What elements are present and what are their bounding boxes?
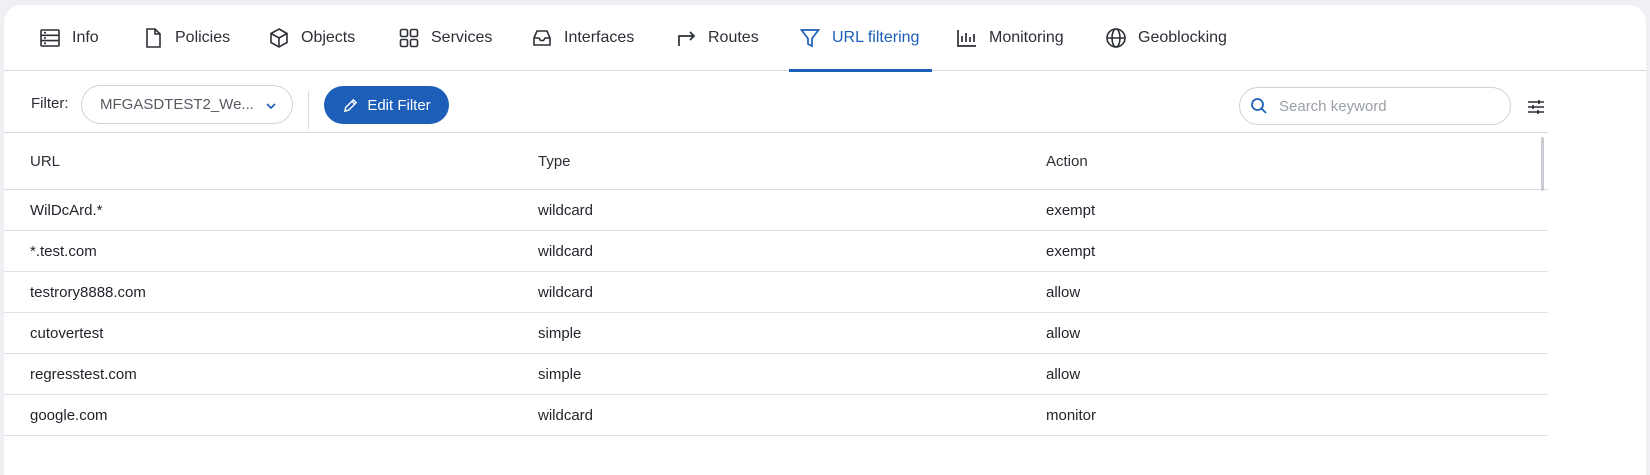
inbox-icon xyxy=(533,30,551,46)
globe-icon xyxy=(1106,28,1126,48)
tab-label: Services xyxy=(431,29,493,46)
chevron-down-icon xyxy=(266,103,276,110)
bar-chart-icon xyxy=(957,30,976,47)
type-cell: wildcard xyxy=(538,283,594,301)
filter-label: Filter: xyxy=(31,95,69,112)
route-arrow-icon xyxy=(678,31,696,46)
tab-label: Interfaces xyxy=(564,29,635,46)
type-cell: wildcard xyxy=(538,242,594,260)
tab-monitoring[interactable]: Monitoring xyxy=(955,5,1064,71)
action-cell: exempt xyxy=(1046,201,1096,219)
edit-filter-label: Edit Filter xyxy=(367,96,431,114)
action-cell: allow xyxy=(1046,283,1081,301)
tab-policies[interactable]: Policies xyxy=(141,5,230,71)
url-cell: regresstest.com xyxy=(30,365,137,383)
table-row[interactable]: regresstest.com simple allow xyxy=(4,354,1548,395)
funnel-icon xyxy=(799,29,821,48)
pencil-icon xyxy=(344,98,358,112)
search-icon xyxy=(1251,98,1267,114)
tab-objects[interactable]: Objects xyxy=(267,5,355,71)
toolbar-divider xyxy=(308,91,309,129)
search-box xyxy=(1239,87,1511,125)
url-cell: google.com xyxy=(30,406,108,424)
url-table: URL Type Action WilDcArd.* wildcard exem… xyxy=(4,132,1548,436)
type-cell: simple xyxy=(538,324,582,342)
type-cell: simple xyxy=(538,365,582,383)
url-cell: cutovertest xyxy=(30,324,104,342)
vertical-scrollbar[interactable] xyxy=(1541,137,1544,191)
column-header-url[interactable]: URL xyxy=(30,133,60,189)
url-cell: *.test.com xyxy=(30,242,97,260)
table-row[interactable]: WilDcArd.* wildcard exempt xyxy=(4,190,1548,231)
action-cell: monitor xyxy=(1046,406,1097,424)
tab-label: Policies xyxy=(175,29,231,46)
column-header-action[interactable]: Action xyxy=(1046,133,1088,189)
tab-bar: Info Policies Objects Services Interface… xyxy=(4,5,1646,72)
column-header-type[interactable]: Type xyxy=(538,133,571,189)
url-filtering-panel: Info Policies Objects Services Interface… xyxy=(4,5,1646,475)
tab-label: Info xyxy=(72,29,99,46)
table-header: URL Type Action xyxy=(4,132,1548,190)
tab-label: Geoblocking xyxy=(1138,29,1227,46)
table-row[interactable]: *.test.com wildcard exempt xyxy=(4,231,1548,272)
table-row[interactable]: cutovertest simple allow xyxy=(4,313,1548,354)
search-input[interactable] xyxy=(1279,97,1499,115)
edit-filter-button[interactable]: Edit Filter xyxy=(324,86,449,124)
tab-geoblocking[interactable]: Geoblocking xyxy=(1104,5,1227,71)
url-cell: WilDcArd.* xyxy=(30,201,103,219)
tab-routes[interactable]: Routes xyxy=(674,5,759,71)
tab-label: Monitoring xyxy=(989,29,1064,46)
grid-icon xyxy=(399,28,419,48)
document-icon xyxy=(146,28,161,48)
tab-label: Routes xyxy=(708,29,759,46)
tab-url-filtering[interactable]: URL filtering xyxy=(788,5,933,72)
server-list-icon xyxy=(40,29,60,47)
filter-select[interactable]: MFGASDTEST2_We... xyxy=(81,85,293,124)
action-cell: allow xyxy=(1046,365,1081,383)
action-cell: exempt xyxy=(1046,242,1096,260)
tab-interfaces[interactable]: Interfaces xyxy=(530,5,634,71)
filter-select-value: MFGASDTEST2_We... xyxy=(100,96,254,113)
tab-info[interactable]: Info xyxy=(38,5,99,71)
cube-icon xyxy=(270,28,288,48)
tab-services[interactable]: Services xyxy=(397,5,492,71)
tab-label: URL filtering xyxy=(832,29,920,46)
type-cell: wildcard xyxy=(538,406,594,424)
action-cell: allow xyxy=(1046,324,1081,342)
sliders-icon[interactable] xyxy=(1526,97,1546,117)
tab-label: Objects xyxy=(301,29,356,46)
url-cell: testrory8888.com xyxy=(30,283,146,301)
table-row[interactable]: testrory8888.com wildcard allow xyxy=(4,272,1548,313)
table-row[interactable]: google.com wildcard monitor xyxy=(4,395,1548,436)
type-cell: wildcard xyxy=(538,201,594,219)
